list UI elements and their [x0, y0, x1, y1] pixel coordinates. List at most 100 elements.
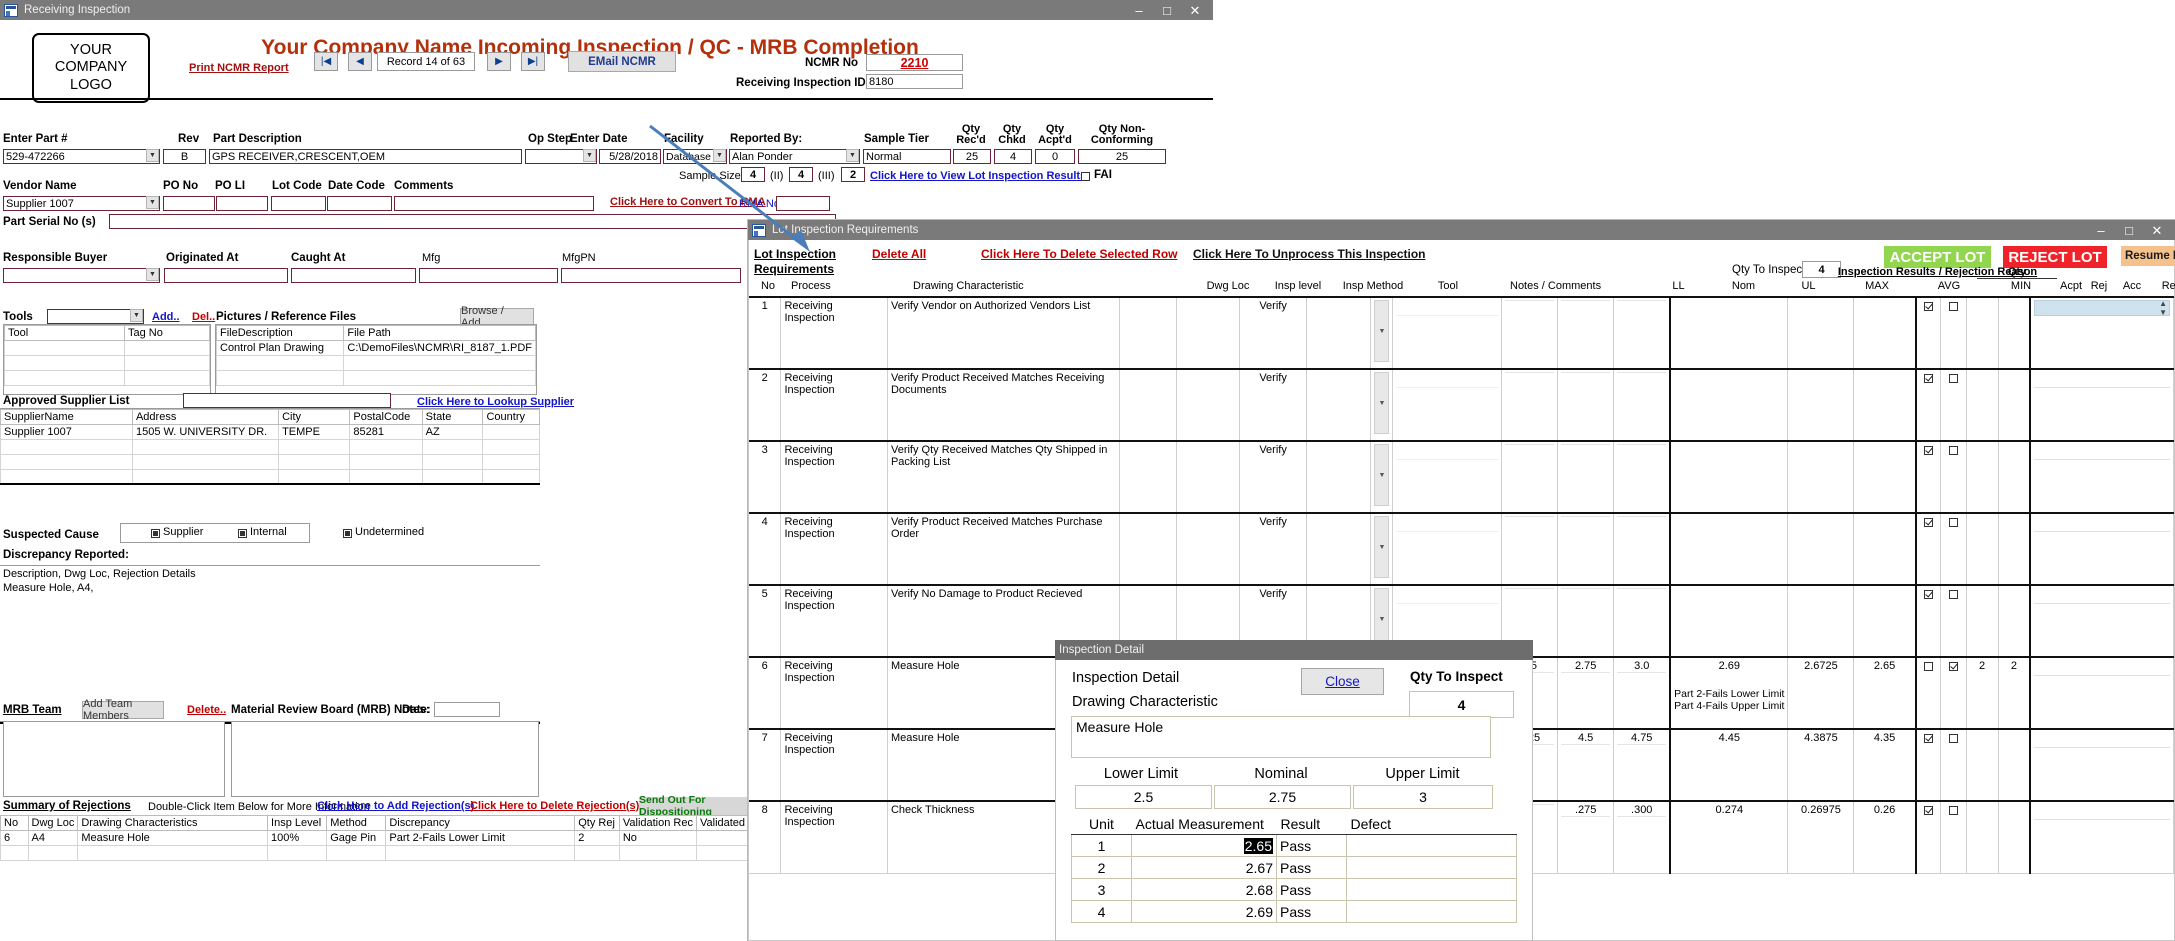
acpt-checkbox[interactable]: [1924, 518, 1933, 527]
rej-checkbox[interactable]: [1949, 302, 1958, 311]
caught-at-input[interactable]: [291, 268, 416, 283]
acpt-checkbox[interactable]: [1924, 662, 1933, 671]
lot-cell-rej[interactable]: [1941, 585, 1966, 657]
lot-cell-acpt[interactable]: [1916, 729, 1941, 801]
mfgpn-input[interactable]: [561, 268, 741, 283]
next-record-button[interactable]: ▶: [487, 52, 511, 71]
minimize-icon[interactable]: –: [1125, 0, 1153, 20]
po-no-input[interactable]: [163, 196, 215, 211]
detail-qty-input[interactable]: 4: [1409, 691, 1514, 718]
chevron-down-icon[interactable]: ▼: [1374, 300, 1389, 362]
lot-inspection-row[interactable]: 2ReceivingInspectionVerify Product Recei…: [749, 369, 2174, 441]
mfg-input[interactable]: [419, 268, 558, 283]
serial-input[interactable]: [2034, 444, 2170, 460]
chevron-down-icon[interactable]: ▼: [583, 149, 596, 162]
qty-chkd-input[interactable]: 4: [994, 149, 1032, 164]
upper-limit-input[interactable]: 3: [1353, 785, 1493, 809]
table-row[interactable]: Supplier 10071505 W. UNIVERSITY DR.TEMPE…: [1, 425, 540, 440]
browse-add-button[interactable]: Browse / Add...: [460, 308, 534, 325]
measurement-cell[interactable]: 2.68: [1132, 879, 1277, 901]
enter-date-input[interactable]: 5/28/2018: [599, 149, 661, 164]
maximize-icon[interactable]: □: [1153, 0, 1181, 20]
send-dispositioning-button[interactable]: Send Out For Dispositioning: [639, 797, 764, 815]
chevron-down-icon[interactable]: ▼: [846, 149, 859, 162]
defect-cell[interactable]: [1347, 835, 1517, 857]
first-record-button[interactable]: |◀: [314, 52, 338, 71]
acpt-checkbox[interactable]: [1924, 806, 1933, 815]
enter-part-input[interactable]: 529-472266: [3, 149, 160, 164]
chevron-down-icon[interactable]: ▼: [146, 196, 159, 209]
rej-checkbox[interactable]: [1949, 374, 1958, 383]
acpt-checkbox[interactable]: [1924, 374, 1933, 383]
lot-cell-rej[interactable]: [1941, 513, 1966, 585]
lot-cell-serial[interactable]: [2030, 585, 2173, 657]
measurement-row[interactable]: 12.65Pass: [1072, 835, 1517, 857]
spinner-icon[interactable]: ▲▼: [2159, 299, 2167, 317]
rej-checkbox[interactable]: [1949, 446, 1958, 455]
minimize-icon[interactable]: –: [2087, 220, 2115, 240]
lot-cell-serial[interactable]: [2030, 729, 2173, 801]
chevron-down-icon[interactable]: ▼: [1374, 372, 1389, 434]
table-row[interactable]: [1, 846, 765, 861]
serial-input[interactable]: [2034, 516, 2170, 532]
po-li-input[interactable]: [216, 196, 268, 211]
lot-cell-rej[interactable]: [1941, 801, 1966, 873]
sample-size-3-input[interactable]: 2: [841, 167, 865, 182]
mrb-date-input[interactable]: [434, 702, 500, 717]
lot-cell-acpt[interactable]: [1916, 513, 1941, 585]
measurement-cell[interactable]: 2.65: [1132, 835, 1277, 857]
acpt-checkbox[interactable]: [1924, 734, 1933, 743]
lot-cell-serial[interactable]: [2030, 801, 2173, 873]
lot-cell-notes[interactable]: [1393, 297, 1501, 369]
delete-rejection-link[interactable]: Click Here to Delete Rejection(s): [470, 800, 639, 812]
lower-limit-input[interactable]: 2.5: [1075, 785, 1212, 809]
measurement-row[interactable]: 22.67Pass: [1072, 857, 1517, 879]
reported-by-select[interactable]: Alan Ponder: [729, 149, 860, 164]
table-row[interactable]: [5, 341, 210, 356]
last-record-button[interactable]: ▶|: [521, 52, 545, 71]
chevron-down-icon[interactable]: ▼: [1374, 516, 1389, 578]
lot-inspection-row[interactable]: 4ReceivingInspectionVerify Product Recei…: [749, 513, 2174, 585]
acpt-checkbox[interactable]: [1924, 302, 1933, 311]
tools-delete-link[interactable]: Del..: [192, 311, 215, 323]
print-ncmr-report-link[interactable]: Print NCMR Report: [189, 62, 289, 74]
table-row[interactable]: 6A4Measure Hole100%Gage PinPart 2-Fails …: [1, 831, 765, 846]
sample-size-1-input[interactable]: 4: [741, 167, 765, 182]
ncmr-no-value[interactable]: 2210: [866, 54, 963, 71]
lot-cell-serial[interactable]: ▲▼: [2030, 297, 2173, 369]
measurement-row[interactable]: 42.69Pass: [1072, 901, 1517, 923]
lot-inspection-row[interactable]: 1ReceivingInspectionVerify Vendor on Aut…: [749, 297, 2174, 369]
lot-cell-rej[interactable]: [1941, 657, 1966, 729]
chevron-down-icon[interactable]: ▼: [146, 149, 159, 162]
mrb-delete-link[interactable]: Delete..: [187, 704, 226, 716]
serial-input[interactable]: [2034, 804, 2170, 820]
measurement-cell[interactable]: 2.67: [1132, 857, 1277, 879]
chevron-down-icon[interactable]: ▼: [146, 268, 159, 281]
table-row[interactable]: [1, 440, 540, 455]
lot-cell-notes[interactable]: [1393, 513, 1501, 585]
part-description-input[interactable]: GPS RECEIVER,CRESCENT,OEM: [209, 149, 522, 164]
date-code-input[interactable]: [327, 196, 392, 211]
table-row[interactable]: [217, 371, 536, 386]
rej-checkbox[interactable]: [1949, 734, 1958, 743]
accept-lot-button[interactable]: ACCEPT LOT: [1884, 246, 1991, 268]
tools-add-link[interactable]: Add..: [152, 311, 180, 323]
sample-size-2-input[interactable]: 4: [789, 167, 813, 182]
row-dropdown-cell[interactable]: ▼: [1371, 369, 1393, 441]
suspected-cause-undetermined-checkbox[interactable]: [343, 529, 352, 538]
lot-cell-acpt[interactable]: [1916, 297, 1941, 369]
add-rejection-link[interactable]: Click Here to Add Rejection(s): [317, 800, 474, 812]
rej-checkbox[interactable]: [1949, 662, 1958, 671]
lot-cell-acpt[interactable]: [1916, 801, 1941, 873]
close-button[interactable]: Close: [1301, 668, 1384, 695]
lot-inspection-row[interactable]: 3ReceivingInspectionVerify Qty Received …: [749, 441, 2174, 513]
lot-cell-serial[interactable]: [2030, 441, 2173, 513]
acpt-checkbox[interactable]: [1924, 590, 1933, 599]
lot-cell-serial[interactable]: [2030, 513, 2173, 585]
delete-selected-row-link[interactable]: Click Here To Delete Selected Row: [981, 247, 1178, 261]
defect-cell[interactable]: [1347, 901, 1517, 923]
resume-later-button[interactable]: Resume Later: [2121, 246, 2175, 266]
rej-checkbox[interactable]: [1949, 806, 1958, 815]
nominal-input[interactable]: 2.75: [1214, 785, 1351, 809]
serial-input[interactable]: [2034, 732, 2170, 748]
